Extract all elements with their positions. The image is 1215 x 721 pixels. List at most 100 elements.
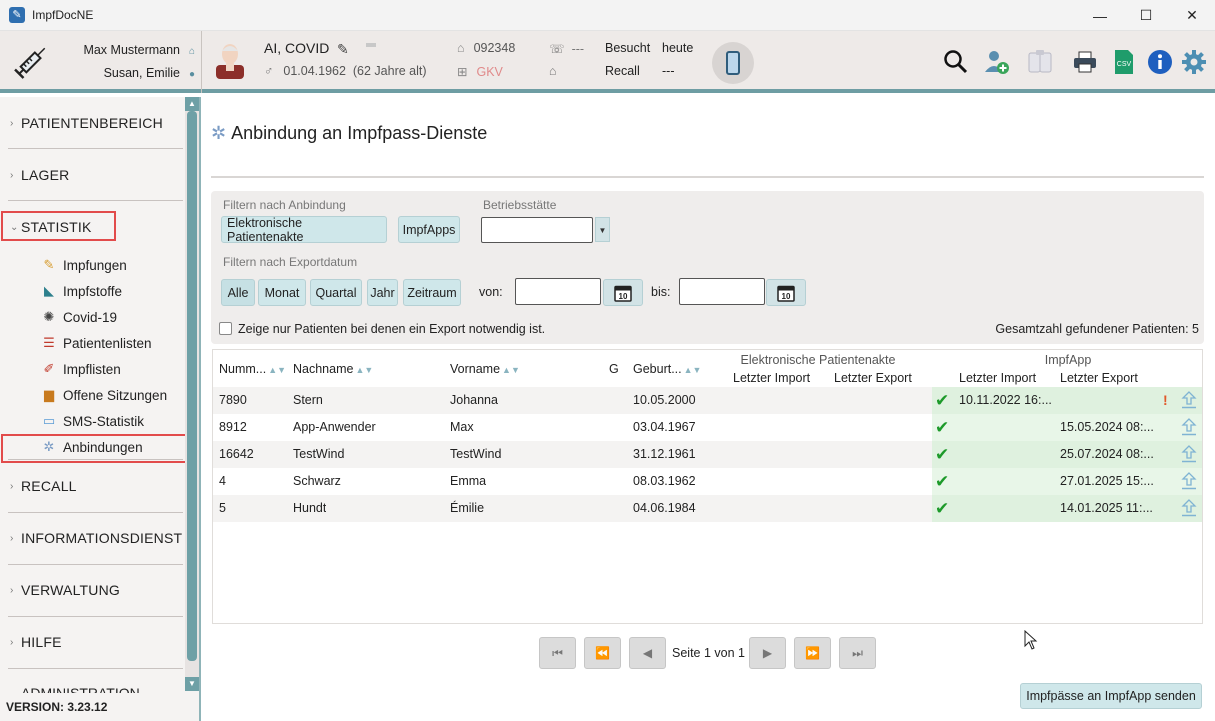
syringe-list-icon: ✐ <box>43 361 55 376</box>
period-month-button[interactable]: Monat <box>258 279 306 306</box>
nav-informationsdienst[interactable]: › INFORMATIONSDIENST <box>0 512 183 564</box>
cell-number: 5 <box>219 501 226 515</box>
nav-lager[interactable]: › LAGER <box>0 149 183 201</box>
insurance-icon: ⊞ <box>457 65 468 79</box>
to-date-input[interactable] <box>679 278 765 305</box>
scroll-up-arrow-icon[interactable]: ▲ <box>185 97 199 111</box>
column-lastname[interactable]: Nachname ▲▼ <box>293 362 373 376</box>
export-needed-checkbox[interactable] <box>219 322 232 335</box>
virus-icon: ✺ <box>43 309 55 324</box>
upload-icon[interactable] <box>1179 498 1199 518</box>
epa-filter-button[interactable]: Elektronische Patientenakte <box>221 216 387 244</box>
column-number[interactable]: Numm... ▲▼ <box>219 362 286 376</box>
last-page-button[interactable]: ⏭ <box>839 637 876 669</box>
period-quarter-button[interactable]: Quartal <box>310 279 362 306</box>
cell-birthdate: 04.06.1984 <box>633 501 696 515</box>
nav-patientenbereich[interactable]: › PATIENTENBEREICH <box>0 97 183 149</box>
nav-verwaltung[interactable]: › VERWALTUNG <box>0 564 183 616</box>
cell-firstname: Émilie <box>450 501 485 515</box>
from-date-input[interactable] <box>515 278 601 305</box>
nav-recall[interactable]: › RECALL <box>0 460 183 512</box>
next-page-button[interactable]: ▶ <box>749 637 786 669</box>
patient-name[interactable]: AI, COVID <box>264 40 329 56</box>
column-gender[interactable]: G <box>609 362 619 376</box>
flag-icon <box>366 43 376 47</box>
sidebar: › PATIENTENBEREICH › LAGER ⌄ STATISTIK ✎ Imp… <box>0 97 201 721</box>
csv-export-button[interactable]: CSV <box>1110 48 1138 76</box>
first-page-button[interactable]: ⏮ <box>539 637 576 669</box>
upload-icon[interactable] <box>1179 444 1199 464</box>
previous-page-button[interactable]: ◀ <box>629 637 666 669</box>
app-logo-icon: ✎ <box>9 7 25 23</box>
patient-birthdate: ♂ 01.04.1962 (62 Jahre alt) <box>264 64 427 78</box>
table-row[interactable]: 4 Schwarz Emma 08.03.1962 27.01.2025 15:... ✔ <box>213 468 1202 495</box>
sms-icon: ▭ <box>42 413 56 428</box>
previous-set-button[interactable]: ⏪ <box>584 637 621 669</box>
to-calendar-button[interactable]: 10 <box>766 279 806 306</box>
nav-administration[interactable]: ADMINISTRATION <box>21 685 140 693</box>
home-icon: ⌂ <box>188 46 195 57</box>
documents-button[interactable] <box>1026 48 1054 76</box>
add-patient-button[interactable] <box>982 48 1010 76</box>
maximize-button[interactable]: ☐ <box>1123 0 1169 31</box>
check-icon: ✔ <box>935 418 950 437</box>
table-row[interactable]: 5 Hundt Émilie 04.06.1984 14.01.2025 11:... ✔ <box>213 495 1202 522</box>
chevron-right-icon: › <box>10 532 14 544</box>
column-firstname[interactable]: Vorname ▲▼ <box>450 362 520 376</box>
settings-button[interactable] <box>1180 48 1208 76</box>
syringe-logo-icon[interactable] <box>12 41 52 81</box>
highlight-statistik <box>1 211 116 241</box>
patient-avatar[interactable] <box>210 39 250 79</box>
nav-offene-sitzungen[interactable]: ▆ Offene Sitzungen <box>40 384 167 406</box>
send-to-impfapp-button[interactable]: Impfpässe an ImpfApp senden <box>1020 683 1202 709</box>
cell-lastname: Schwarz <box>293 474 341 488</box>
period-range-button[interactable]: Zeitraum <box>403 279 461 306</box>
upload-icon[interactable] <box>1179 471 1199 491</box>
impfapps-filter-button[interactable]: ImpfApps <box>398 216 460 243</box>
scrollbar-thumb[interactable] <box>187 111 197 661</box>
upload-icon[interactable] <box>1179 417 1199 437</box>
nav-patientenlisten[interactable]: ☰ Patientenlisten <box>40 332 151 354</box>
period-all-button[interactable]: Alle <box>221 279 255 306</box>
print-icon <box>1074 51 1096 73</box>
period-year-button[interactable]: Jahr <box>367 279 398 306</box>
nav-impfstoffe[interactable]: ◣ Impfstoffe <box>40 280 122 302</box>
scroll-down-arrow-icon[interactable]: ▼ <box>185 677 199 691</box>
print-button[interactable] <box>1071 48 1099 76</box>
mobile-app-button[interactable] <box>712 42 754 84</box>
column-app-export[interactable]: Letzter Export <box>1060 371 1138 385</box>
edit-patient-icon[interactable]: ✎ <box>337 41 349 58</box>
nav-sms-statistik[interactable]: ▭ SMS-Statistik <box>40 410 144 432</box>
next-set-button[interactable]: ⏩ <box>794 637 831 669</box>
house-icon: ⌂ <box>549 64 557 78</box>
assistant-name[interactable]: Susan, Emilie <box>104 66 180 80</box>
chevron-right-icon: › <box>10 480 14 492</box>
dropdown-arrow-icon[interactable]: ▼ <box>595 217 610 242</box>
calendar-icon: 10 <box>614 285 632 302</box>
connections-icon: ✲ <box>211 123 227 143</box>
previous-icon: ◀ <box>642 646 653 660</box>
nav-impfungen[interactable]: ✎ Impfungen <box>40 254 127 276</box>
nav-hilfe[interactable]: › HILFE <box>0 616 183 668</box>
column-epa-export[interactable]: Letzter Export <box>834 371 912 385</box>
cell-firstname: Johanna <box>450 393 498 407</box>
table-row[interactable]: 7890 Stern Johanna 10.05.2000 10.11.2022 16:… <box>213 387 1202 414</box>
patient-phone: ☏ --- <box>549 42 585 56</box>
export-filter-label: Filtern nach Exportdatum <box>223 255 358 269</box>
info-button[interactable] <box>1146 48 1174 76</box>
nav-covid-19[interactable]: ✺ Covid-19 <box>40 306 117 328</box>
recall-info: Recall --- <box>605 64 675 78</box>
facility-select[interactable] <box>481 217 593 243</box>
close-button[interactable]: ✕ <box>1169 0 1215 31</box>
nav-impflisten[interactable]: ✐ Impflisten <box>40 358 121 380</box>
minimize-button[interactable]: — <box>1077 0 1123 31</box>
from-calendar-button[interactable]: 10 <box>603 279 643 306</box>
column-app-import[interactable]: Letzter Import <box>959 371 1036 385</box>
upload-icon[interactable] <box>1179 390 1199 410</box>
column-birthdate[interactable]: Geburt... ▲▼ <box>633 362 701 376</box>
table-row[interactable]: 8912 App-Anwender Max 03.04.1967 15.05.2024 … <box>213 414 1202 441</box>
table-row[interactable]: 16642 TestWind TestWind 31.12.1961 25.07.202… <box>213 441 1202 468</box>
search-button[interactable] <box>942 48 970 76</box>
column-epa-import[interactable]: Letzter Import <box>733 371 810 385</box>
doctor-name[interactable]: Max Mustermann <box>83 43 180 57</box>
